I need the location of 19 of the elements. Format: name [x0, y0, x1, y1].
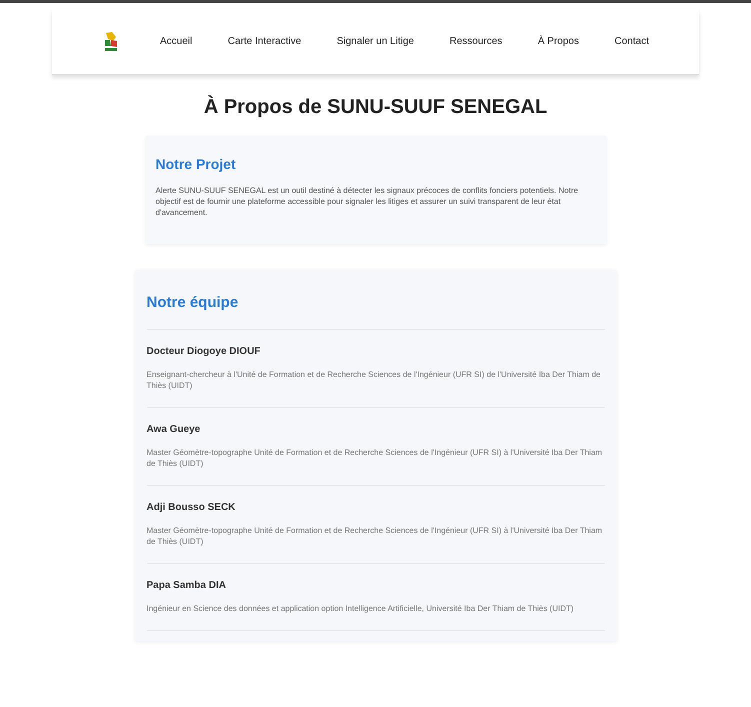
project-description: Alerte SUNU-SUUF SENEGAL est un outil destiné à détecter les signaux précoces de conflits fonciers potentiels. Notre objectif est de fournir une plateforme accessible pour signaler les litiges et assurer un suivi transparent de leur état d'avancement.	[156, 185, 580, 218]
member-name: Docteur Diogoye DIOUF	[146, 344, 262, 358]
page-title: À Propos de SUNU-SUUF SENEGAL	[202, 94, 548, 120]
member-role: Ingénieur en Science des données et application option Intelligence Artificielle, Université Iba Der Thiam de Thiès (UIDT)	[146, 602, 575, 614]
nav-link[interactable]: Ressources	[450, 34, 502, 49]
nav-link[interactable]: Carte Interactive	[228, 34, 302, 49]
nav-link[interactable]: Accueil	[160, 34, 192, 49]
member-role: Enseignant-chercheur à l'Unité de Formation et de Recherche Sciences de l'Ingénieur (UFR SI) de l'Université Iba Der Thiam de Thiès (UIDT)	[146, 368, 602, 390]
nav-link[interactable]: Contact	[614, 34, 649, 49]
section-heading: Notre Projet	[156, 155, 237, 174]
member-role: Master Géomètre-topographe Unité de Formation et de Recherche Sciences de l'Ingénieur (UFR SI) à l'Université Iba Der Thiam de Thiès (UIDT)	[146, 446, 604, 468]
member-name: Adji Bousso SECK	[146, 500, 236, 514]
member-name: Awa Gueye	[146, 422, 202, 436]
member-role: Master Géomètre-topographe Unité de Formation et de Recherche Sciences de l'Ingénieur (UFR SI) à l'Université Iba Der Thiam de Thiès (UIDT)	[146, 524, 604, 546]
nav-link[interactable]: Signaler un Litige	[336, 34, 414, 49]
section-heading: Notre équipe	[146, 292, 604, 330]
logo-icon[interactable]	[102, 30, 120, 52]
member-name: Papa Samba DIA	[146, 578, 227, 592]
nav-link[interactable]: À Propos	[538, 34, 579, 49]
